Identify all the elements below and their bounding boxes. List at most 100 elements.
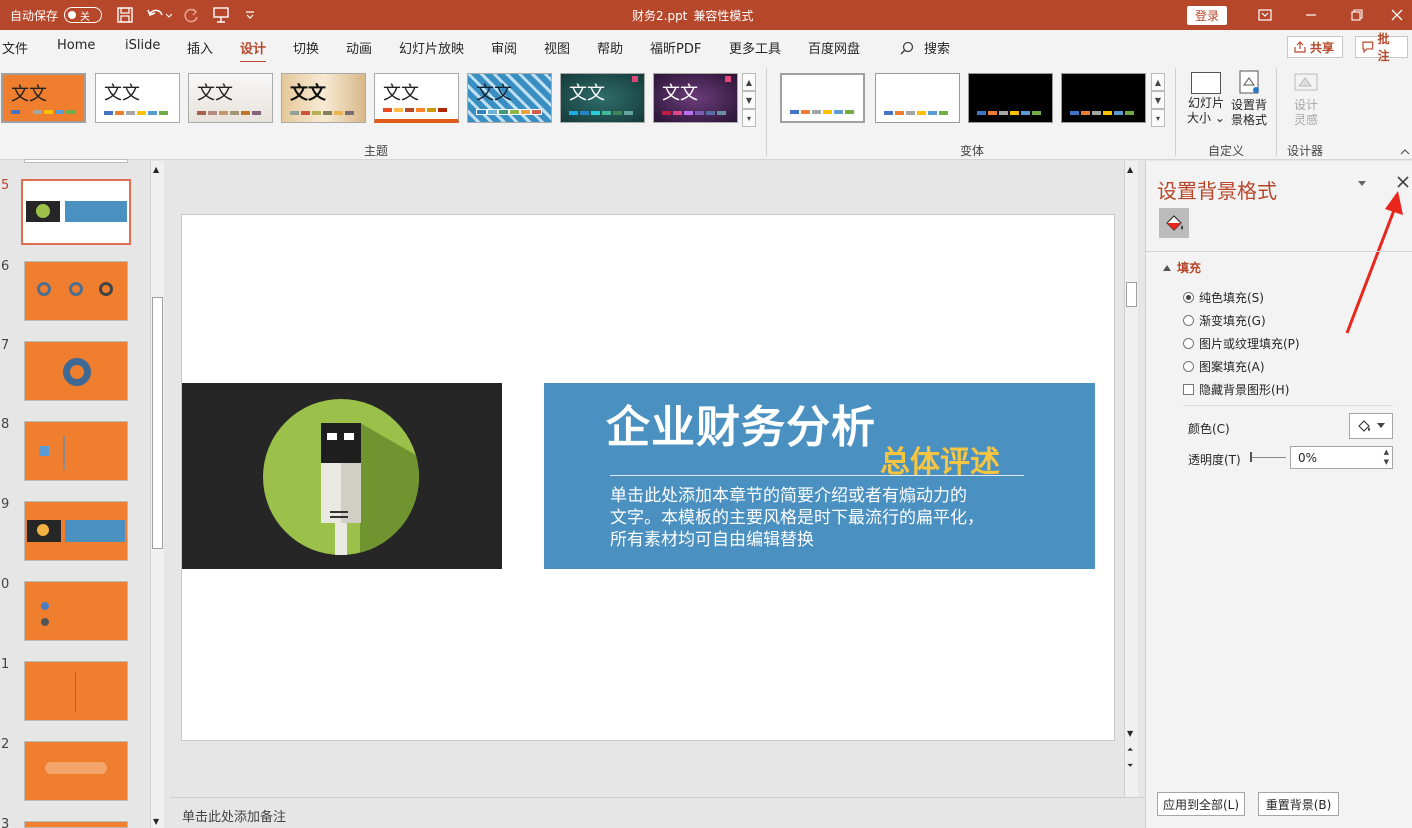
- ribbon-display-icon[interactable]: [1258, 0, 1272, 30]
- slide-size-button[interactable]: 幻灯片 大小 ⌄: [1184, 68, 1228, 126]
- variant-thumb-3[interactable]: [968, 73, 1053, 123]
- autosave[interactable]: 自动保存 关: [10, 0, 103, 30]
- color-picker-button[interactable]: [1349, 413, 1393, 439]
- slide-thumb[interactable]: [24, 741, 128, 801]
- fill-tab-icon[interactable]: [1159, 208, 1189, 238]
- scroll-down-icon[interactable]: ▼: [153, 817, 159, 826]
- previous-slide-icon[interactable]: ⏶: [1127, 745, 1133, 755]
- slide-body[interactable]: 单击此处添加本章节的简要介绍或者有煽动力的 文字。本模板的主要风格是时下最流行的…: [610, 485, 984, 551]
- slide-thumb[interactable]: [24, 421, 128, 481]
- design-ideas-button[interactable]: 设计 灵感: [1284, 68, 1328, 128]
- reset-background-button[interactable]: 重置背景(B): [1258, 792, 1339, 816]
- spinner-down-icon[interactable]: ▼: [1384, 458, 1389, 466]
- slide-thumb[interactable]: [24, 261, 128, 321]
- tab-help[interactable]: 帮助: [597, 38, 623, 57]
- slide-size-label-2: 大小 ⌄: [1187, 111, 1225, 125]
- gradient-fill-radio[interactable]: [1183, 315, 1194, 326]
- tab-more-tools[interactable]: 更多工具: [729, 38, 781, 57]
- search-box[interactable]: 搜索: [900, 38, 950, 57]
- slide-thumb-current[interactable]: [21, 179, 131, 245]
- collapse-ribbon-icon[interactable]: [1400, 144, 1410, 158]
- solid-fill-radio[interactable]: [1183, 292, 1194, 303]
- theme-thumb-8[interactable]: 文文: [653, 73, 738, 123]
- scrollbar-thumb[interactable]: [1126, 282, 1137, 307]
- present-icon[interactable]: [212, 0, 230, 30]
- image-panel[interactable]: [182, 383, 502, 569]
- picture-fill-radio[interactable]: [1183, 338, 1194, 349]
- gallery-more-icon[interactable]: ▾: [1151, 109, 1165, 127]
- scrollbar-thumb[interactable]: [152, 297, 163, 549]
- tab-review[interactable]: 审阅: [491, 38, 517, 57]
- tab-slideshow[interactable]: 幻灯片放映: [399, 38, 464, 57]
- transparency-slider[interactable]: [1250, 451, 1288, 463]
- slide-canvas[interactable]: 企业财务分析 总体评述 单击此处添加本章节的简要介绍或者有煽动力的 文字。本模板…: [181, 214, 1115, 741]
- tab-baidu-netdisk[interactable]: 百度网盘: [808, 38, 860, 57]
- transparency-input[interactable]: 0% ▲ ▼: [1290, 446, 1393, 469]
- customize-quick-access-icon[interactable]: [244, 0, 256, 30]
- apply-to-all-button[interactable]: 应用到全部(L): [1157, 792, 1245, 816]
- theme-thumb-5[interactable]: 文文: [374, 73, 459, 123]
- login-button[interactable]: 登录: [1187, 5, 1228, 25]
- slide-thumb[interactable]: [24, 661, 128, 721]
- undo-icon[interactable]: [146, 0, 172, 30]
- variants-gallery-scroll[interactable]: ▲ ▼ ▾: [1151, 73, 1165, 127]
- tab-home[interactable]: Home: [57, 38, 95, 53]
- tab-transitions[interactable]: 切换: [293, 38, 319, 57]
- redo-icon[interactable]: [182, 0, 200, 30]
- tab-foxit-pdf[interactable]: 福昕PDF: [650, 38, 701, 57]
- scroll-down-icon[interactable]: ▼: [1127, 729, 1133, 738]
- next-slide-icon[interactable]: ⏷: [1127, 761, 1133, 771]
- theme-thumb-6[interactable]: 文文: [467, 73, 552, 123]
- gallery-more-icon[interactable]: ▾: [742, 109, 756, 127]
- tab-design[interactable]: 设计: [240, 38, 267, 64]
- hide-background-option[interactable]: 隐藏背景图形(H): [1183, 381, 1289, 398]
- notes-placeholder[interactable]: 单击此处添加备注: [182, 806, 286, 825]
- notes-pane[interactable]: 单击此处添加备注: [170, 797, 1145, 828]
- slide-title[interactable]: 企业财务分析: [606, 391, 876, 455]
- pattern-fill-radio[interactable]: [1183, 361, 1194, 372]
- theme-thumb-4[interactable]: 文文: [281, 73, 366, 123]
- gradient-fill-option[interactable]: 渐变填充(G): [1183, 312, 1266, 329]
- scroll-up-icon[interactable]: ▲: [1127, 165, 1133, 174]
- variant-thumb-2[interactable]: [875, 73, 960, 123]
- tab-view[interactable]: 视图: [544, 38, 570, 57]
- theme-thumb-7[interactable]: 文文: [560, 73, 645, 123]
- solid-fill-option[interactable]: 纯色填充(S): [1183, 289, 1264, 306]
- tab-insert[interactable]: 插入: [187, 38, 213, 57]
- scroll-down-icon[interactable]: ▼: [1151, 91, 1165, 109]
- autosave-toggle[interactable]: 关: [64, 7, 103, 23]
- scroll-up-icon[interactable]: ▲: [1151, 73, 1165, 91]
- restore-icon[interactable]: [1350, 0, 1364, 30]
- tab-islide[interactable]: iSlide: [125, 38, 160, 53]
- variant-thumb-1[interactable]: [780, 73, 865, 123]
- tab-animations[interactable]: 动画: [346, 38, 372, 57]
- title-banner[interactable]: 企业财务分析 总体评述 单击此处添加本章节的简要介绍或者有煽动力的 文字。本模板…: [544, 383, 1095, 569]
- theme-thumb-2[interactable]: 文文: [95, 73, 180, 123]
- themes-gallery-scroll[interactable]: ▲ ▼ ▾: [742, 73, 756, 127]
- minimize-icon[interactable]: [1304, 0, 1318, 30]
- theme-thumb-1[interactable]: 文文: [1, 73, 86, 123]
- save-icon[interactable]: [116, 0, 134, 30]
- theme-thumb-3[interactable]: 文文: [188, 73, 273, 123]
- scroll-up-icon[interactable]: ▲: [153, 165, 159, 174]
- hide-background-checkbox[interactable]: [1183, 384, 1194, 395]
- picture-fill-option[interactable]: 图片或纹理填充(P): [1183, 335, 1300, 352]
- scroll-up-icon[interactable]: ▲: [742, 73, 756, 91]
- variant-thumb-4[interactable]: [1061, 73, 1146, 123]
- format-background-button[interactable]: 设置背 景格式: [1227, 68, 1271, 128]
- share-button[interactable]: 共享: [1287, 36, 1343, 58]
- spinner-up-icon[interactable]: ▲: [1384, 448, 1389, 456]
- close-window-icon[interactable]: [1390, 0, 1404, 30]
- tab-file[interactable]: 文件: [2, 38, 28, 57]
- slide-thumb[interactable]: [24, 821, 128, 828]
- slide-thumb[interactable]: [24, 501, 128, 561]
- pattern-fill-option[interactable]: 图案填充(A): [1183, 358, 1265, 375]
- comments-button[interactable]: 批注: [1355, 32, 1408, 63]
- slide-thumb[interactable]: [24, 341, 128, 401]
- scroll-down-icon[interactable]: ▼: [742, 91, 756, 109]
- group-label-themes: 主题: [364, 144, 389, 158]
- editor-scrollbar[interactable]: ▲ ▼ ⏶ ⏷: [1124, 161, 1138, 797]
- slide-thumb[interactable]: [24, 581, 128, 641]
- thumbnails-scrollbar[interactable]: ▲ ▼: [150, 161, 164, 828]
- fill-section-header[interactable]: 填充: [1163, 259, 1201, 276]
